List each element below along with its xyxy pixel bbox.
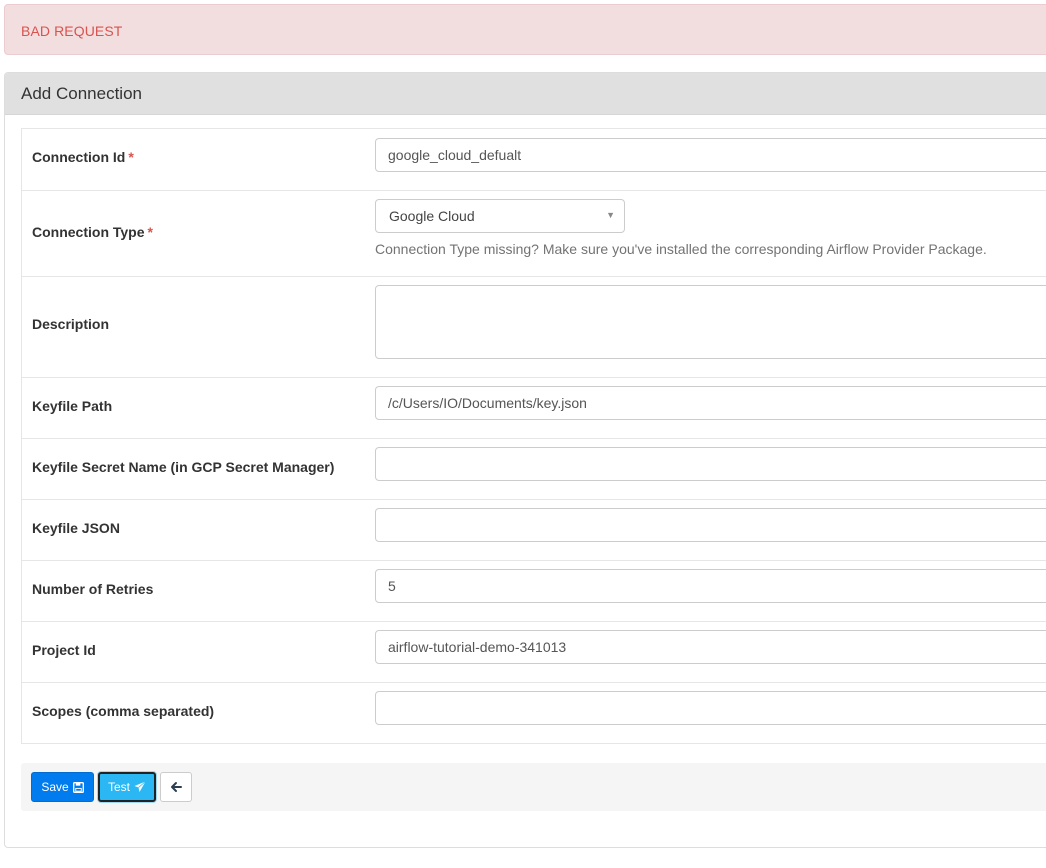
add-connection-panel: Add Connection Connection Id* Connection… xyxy=(4,72,1046,848)
keyfile-json-input[interactable] xyxy=(375,508,1046,542)
back-button[interactable] xyxy=(160,772,192,802)
required-mark: * xyxy=(128,149,134,165)
form-row-connection-type: Connection Type * Google Cloud ▼ Connecti… xyxy=(22,190,1046,276)
project-id-input[interactable] xyxy=(375,630,1046,664)
connection-form: Connection Id* Connection Type* Google C… xyxy=(21,128,1046,744)
description-textarea[interactable] xyxy=(375,285,1046,359)
form-row-keyfile-path: Keyfile Path xyxy=(22,377,1046,438)
connection-id-input[interactable] xyxy=(375,138,1046,172)
description-label: Description xyxy=(32,316,110,332)
project-id-label: Project Id xyxy=(32,642,96,658)
required-mark: * xyxy=(147,224,153,240)
test-button-label: Test xyxy=(107,780,130,794)
keyfile-json-label: Keyfile JSON xyxy=(32,520,120,536)
keyfile-secret-name-input[interactable] xyxy=(375,447,1046,481)
form-row-number-of-retries: Number of Retries xyxy=(22,560,1046,621)
save-button[interactable]: Save xyxy=(31,772,94,802)
alert-message: BAD REQUEST xyxy=(21,23,123,39)
panel-heading: Add Connection xyxy=(5,73,1046,115)
save-button-label: Save xyxy=(41,780,69,794)
connection-type-select[interactable]: Google Cloud ▼ xyxy=(375,199,625,233)
save-icon xyxy=(72,781,84,793)
chevron-down-icon: ▼ xyxy=(606,210,615,220)
number-of-retries-input[interactable] xyxy=(375,569,1046,603)
arrow-left-icon xyxy=(170,781,182,793)
keyfile-path-input[interactable] xyxy=(375,386,1046,420)
form-actions: Save Test xyxy=(21,763,1046,811)
number-of-retries-label: Number of Retries xyxy=(32,581,154,597)
error-alert: BAD REQUEST xyxy=(4,4,1046,55)
keyfile-path-label: Keyfile Path xyxy=(32,398,113,414)
scopes-input[interactable] xyxy=(375,691,1046,725)
connection-type-help-text: Connection Type missing? Make sure you'v… xyxy=(375,241,987,257)
form-row-scopes: Scopes (comma separated) xyxy=(22,682,1046,743)
panel-title: Add Connection xyxy=(21,84,142,103)
connection-type-label: Connection Type * xyxy=(32,224,153,240)
connection-id-label: Connection Id * xyxy=(32,149,134,165)
paper-plane-icon xyxy=(134,781,146,793)
scopes-label: Scopes (comma separated) xyxy=(32,703,215,719)
form-row-project-id: Project Id xyxy=(22,621,1046,682)
form-row-connection-id: Connection Id * xyxy=(22,129,1046,190)
test-button[interactable]: Test xyxy=(98,772,156,802)
form-row-keyfile-secret-name: Keyfile Secret Name (in GCP Secret Manag… xyxy=(22,438,1046,499)
connection-type-selected-value: Google Cloud xyxy=(389,208,475,224)
form-row-description: Description xyxy=(22,276,1046,377)
keyfile-secret-name-label: Keyfile Secret Name (in GCP Secret Manag… xyxy=(32,459,335,475)
form-row-keyfile-json: Keyfile JSON xyxy=(22,499,1046,560)
